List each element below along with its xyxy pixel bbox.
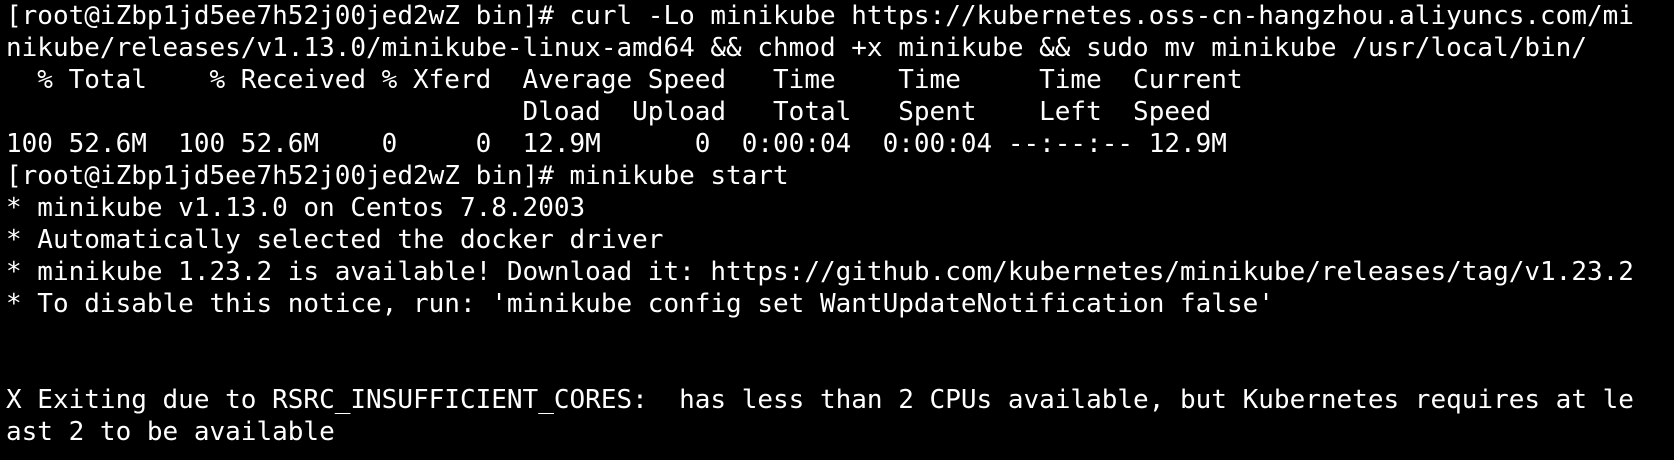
terminal-window[interactable]: [root@iZbp1jd5ee7h52j00jed2wZ bin]# curl… <box>0 0 1674 460</box>
terminal-line-driver-selected: * Automatically selected the docker driv… <box>6 225 664 255</box>
terminal-line-error-wrap: ast 2 to be available <box>6 417 335 447</box>
terminal-line-minikube-start: [root@iZbp1jd5ee7h52j00jed2wZ bin]# mini… <box>6 161 789 191</box>
terminal-line-progress-stats: 100 52.6M 100 52.6M 0 0 12.9M 0 0:00:04 … <box>6 129 1227 159</box>
terminal-line-update-available: * minikube 1.23.2 is available! Download… <box>6 257 1634 287</box>
terminal-line-disable-notice: * To disable this notice, run: 'minikube… <box>6 289 1274 319</box>
terminal-line-progress-header-1: % Total % Received % Xferd Average Speed… <box>6 65 1243 95</box>
terminal-line-minikube-version: * minikube v1.13.0 on Centos 7.8.2003 <box>6 193 586 223</box>
terminal-line-progress-header-2: Dload Upload Total Spent Left Speed <box>6 97 1212 127</box>
terminal-line-error: X Exiting due to RSRC_INSUFFICIENT_CORES… <box>6 385 1634 415</box>
terminal-line-curl-command-wrap: nikube/releases/v1.13.0/minikube-linux-a… <box>6 33 1587 63</box>
terminal-line-curl-command: [root@iZbp1jd5ee7h52j00jed2wZ bin]# curl… <box>6 1 1634 31</box>
